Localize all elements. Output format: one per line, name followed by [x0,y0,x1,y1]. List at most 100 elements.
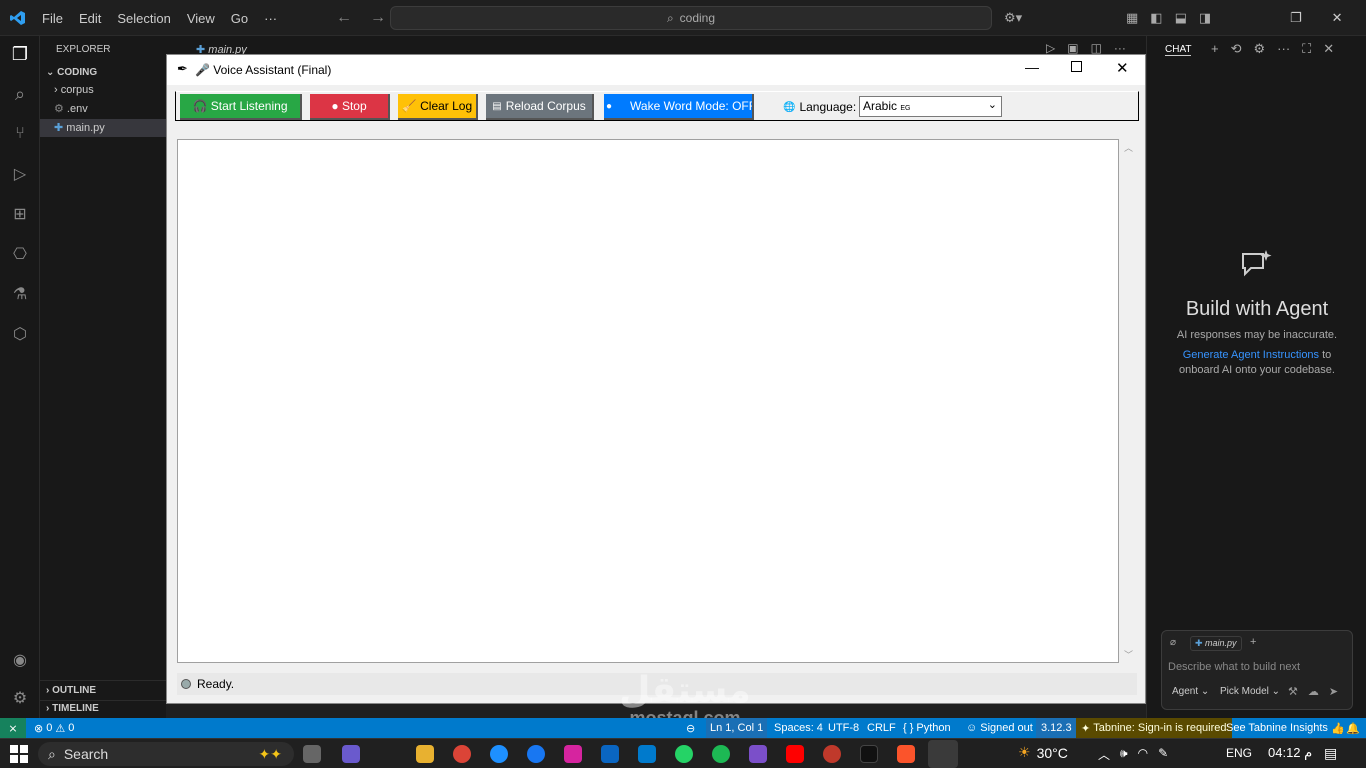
clock[interactable]: 04:12 م [1268,745,1312,761]
close-icon[interactable]: ✕ [1116,59,1129,77]
menu-file[interactable]: File [42,11,63,26]
menu-view[interactable]: View [187,11,215,26]
folder-coding[interactable]: ⌄ CODING [46,67,97,78]
maximize-chat-icon[interactable]: ⛶ [1302,41,1311,57]
language-select[interactable]: Arabic EG ⌄ [859,96,1002,117]
tools-icon[interactable]: ⚒ [1288,685,1298,698]
end-of-line[interactable]: CRLF [867,718,896,738]
encoding[interactable]: UTF-8 [828,718,859,738]
vscode-taskbar-icon[interactable] [638,745,656,763]
python-version[interactable]: 3.12.3 [1036,718,1077,738]
close-chat-icon[interactable]: ✕ [1323,41,1334,57]
chat-input-placeholder[interactable]: Describe what to build next [1168,661,1300,673]
log-textarea[interactable] [177,139,1119,663]
spotify-icon[interactable] [712,745,730,763]
problems-indicator[interactable]: ⊗ 0 ⚠ 0 [34,718,74,738]
brave-icon[interactable] [897,745,915,763]
task-view-icon[interactable] [303,745,321,763]
whatsapp-icon[interactable] [675,745,693,763]
forward-arrow-icon[interactable]: → [370,9,386,27]
menu-selection[interactable]: Selection [117,11,170,26]
taskbar-search[interactable]: ⌕ Search ✦✦ [38,742,294,766]
extensions-icon[interactable]: ⊞ [8,202,32,226]
remote-icon[interactable]: ⨯ [0,718,26,738]
linkedin-icon[interactable] [601,745,619,763]
chat-input-box[interactable]: ⌀ ✚ main.py + Describe what to build nex… [1161,630,1353,710]
chrome-icon[interactable] [453,745,471,763]
language-mode[interactable]: { } Python [903,718,951,738]
menu-more[interactable]: ··· [264,11,277,26]
python-tk-taskbar-icon[interactable] [928,740,958,768]
attachment-chip[interactable]: ✚ main.py [1190,636,1242,651]
minimize-icon[interactable]: — [1025,59,1039,75]
run-file-icon[interactable]: ▷ [1046,41,1055,55]
file-env[interactable]: ⚙ .env [54,102,88,115]
toggle-sidebar-icon[interactable]: ◧ [1150,10,1162,26]
account-status[interactable]: ☺ Signed out [966,718,1033,738]
edge-icon[interactable] [490,745,508,763]
restore-icon[interactable]: ❐ [1290,10,1302,26]
tabnine-insights[interactable]: See Tabnine Insights 👍 [1226,718,1345,738]
menu-edit[interactable]: Edit [79,11,101,26]
chat-more-icon[interactable]: ··· [1277,41,1290,57]
reload-corpus-button[interactable]: ▤ Reload Corpus [486,94,594,120]
scroll-down-icon[interactable]: ﹀ [1124,648,1133,661]
new-chat-icon[interactable]: + [1211,41,1219,57]
log-scrollbar[interactable]: ︿ ﹀ [1121,139,1137,663]
stop-button[interactable]: ● Stop [310,94,390,120]
history-icon[interactable]: ⟲ [1231,41,1242,57]
outline-section[interactable]: › OUTLINE [40,680,166,700]
chat-tab[interactable]: CHAT [1165,44,1192,56]
zoom-icon[interactable]: ⊖ [686,718,695,738]
timeline-section[interactable]: › TIMELINE [40,700,166,716]
close-window-icon[interactable]: ✕ [1332,10,1343,26]
upload-icon[interactable]: ☁ [1308,685,1319,698]
layout-toggle-icon[interactable]: ▦ [1126,10,1138,26]
attach-icon[interactable]: ⌀ [1170,637,1176,648]
clipchamp-icon[interactable] [749,745,767,763]
split-editor-icon[interactable]: ◫ [1091,41,1102,55]
input-language[interactable]: ENG [1226,746,1252,760]
cursor-position[interactable]: Ln 1, Col 1 [706,718,768,738]
tabnine-status[interactable]: ✦ Tabnine: Sign-in is required [1076,718,1232,738]
toggle-panel-icon[interactable]: ⬓ [1175,10,1187,26]
app-icon[interactable] [823,745,841,763]
scroll-up-icon[interactable]: ︿ [1124,141,1133,154]
back-arrow-icon[interactable]: ← [336,9,352,27]
chevron-up-icon[interactable]: ︿ [1098,746,1110,763]
copilot-icon[interactable]: ⚙▾ [1004,0,1022,36]
file-main-py[interactable]: ✚ main.py [40,119,166,137]
generate-instructions-link[interactable]: Generate Agent Instructions [1183,349,1319,361]
clear-log-button[interactable]: 🧹 Clear Log [398,94,478,120]
more-actions-icon[interactable]: ··· [1114,41,1126,55]
containers-icon[interactable]: ⬡ [8,322,32,346]
start-listening-button[interactable]: 🎧 Start Listening [180,94,302,120]
copilot-app-icon[interactable] [342,745,360,763]
instagram-icon[interactable] [564,745,582,763]
notifications-icon[interactable]: ▤ [1324,745,1337,762]
source-control-icon[interactable]: ⑂ [8,122,32,146]
command-center[interactable]: ⌕ coding [390,6,992,30]
menu-go[interactable]: Go [231,11,248,26]
search-sidebar-icon[interactable]: ⌕ [8,82,32,106]
wifi-icon[interactable]: ◠ [1138,746,1148,763]
weather-widget[interactable]: ☀ 30°C [1018,744,1068,761]
explorer-icon[interactable]: ❐ [8,42,32,66]
model-dropdown[interactable]: Pick Model ⌄ [1220,686,1280,697]
folder-corpus[interactable]: › corpus [54,84,94,96]
file-explorer-icon[interactable] [416,745,434,763]
youtube-icon[interactable] [786,745,804,763]
speaker-icon[interactable]: 🕪 [1120,746,1128,763]
testing-icon[interactable]: ⚗ [8,282,32,306]
toggle-secondary-sidebar-icon[interactable]: ◨ [1199,10,1211,26]
remote-explorer-icon[interactable]: ⎔ [8,242,32,266]
indentation[interactable]: Spaces: 4 [774,718,823,738]
tiktok-icon[interactable] [860,745,878,763]
maximize-icon[interactable] [1071,61,1082,72]
agent-dropdown[interactable]: Agent ⌄ [1172,686,1209,697]
facebook-icon[interactable] [527,745,545,763]
chat-settings-icon[interactable]: ⚙ [1254,41,1266,57]
settings-gear-icon[interactable]: ⚙ [8,686,32,710]
windows-start-icon[interactable] [10,745,28,763]
preview-icon[interactable]: ▣ [1067,41,1078,55]
